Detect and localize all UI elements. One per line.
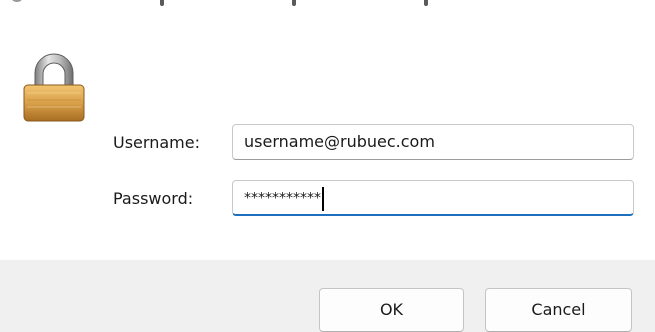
padlock-icon — [23, 53, 85, 122]
username-label: Username: — [113, 133, 200, 152]
password-value: *********** — [244, 190, 321, 207]
cancel-button[interactable]: Cancel — [485, 288, 632, 332]
username-value: username@rubuec.com — [244, 132, 435, 151]
password-label: Password: — [113, 189, 194, 208]
username-input[interactable]: username@rubuec.com — [232, 124, 634, 160]
ok-button[interactable]: OK — [319, 288, 464, 332]
truncated-top-content — [424, 0, 428, 6]
truncated-top-content — [10, 0, 24, 12]
truncated-top-content — [160, 0, 164, 6]
password-input[interactable]: *********** — [232, 180, 634, 216]
text-caret — [322, 186, 324, 211]
truncated-top-content — [292, 0, 296, 6]
login-dialog: Username: username@rubuec.com Password: … — [0, 0, 655, 332]
